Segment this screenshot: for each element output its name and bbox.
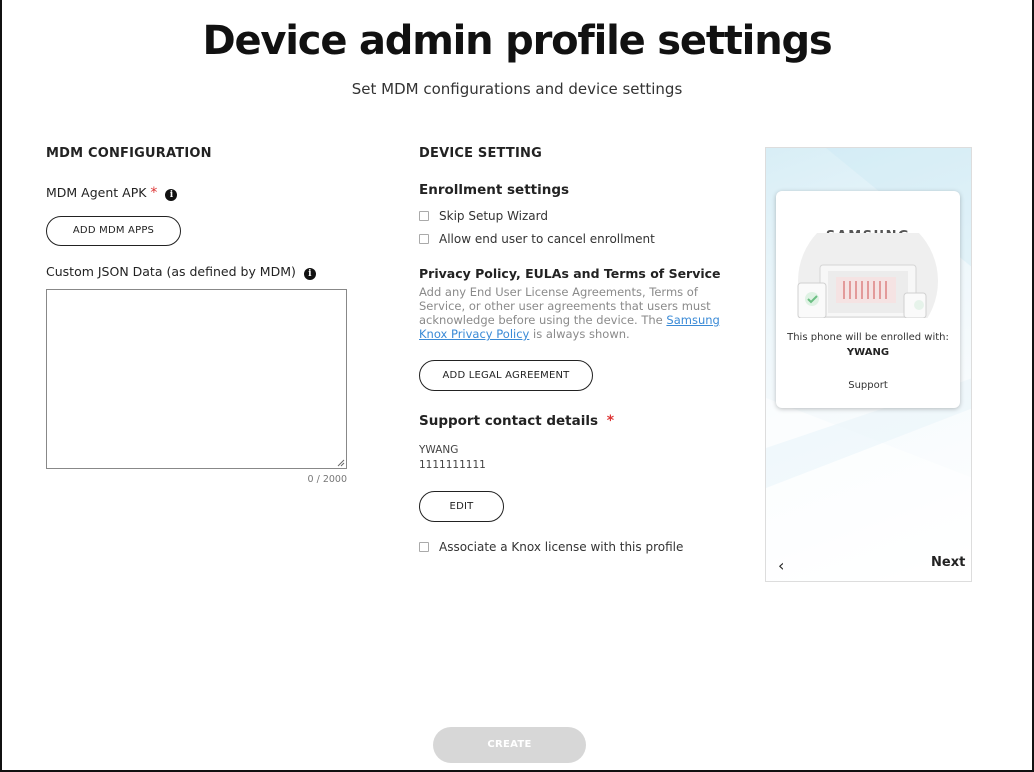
privacy-policy-description: Add any End User License Agreements, Ter… bbox=[419, 285, 721, 341]
enrollment-preview-card: SAMSUNG This phone will be enrolled with… bbox=[776, 191, 960, 408]
knox-license-checkbox[interactable] bbox=[419, 542, 429, 552]
required-mark: * bbox=[606, 413, 615, 429]
edit-support-button[interactable]: EDIT bbox=[419, 491, 504, 522]
support-contact-title: Support contact details bbox=[419, 413, 599, 429]
knox-license-label: Associate a Knox license with this profi… bbox=[439, 540, 684, 554]
support-contact-title-row: Support contact details * bbox=[419, 413, 614, 429]
knox-license-option[interactable]: Associate a Knox license with this profi… bbox=[419, 540, 683, 554]
char-counter: 0 / 2000 bbox=[307, 474, 347, 485]
mdm-agent-apk-label: MDM Agent APK bbox=[46, 185, 147, 200]
support-contact-name: YWANG bbox=[419, 444, 459, 456]
required-mark: * bbox=[150, 185, 158, 201]
support-contact-details: YWANG 1111111111 bbox=[419, 443, 486, 473]
create-button[interactable]: CREATE bbox=[433, 727, 586, 763]
page-title: Device admin profile settings bbox=[202, 18, 832, 64]
privacy-desc-tail: is always shown. bbox=[529, 327, 630, 341]
enrollment-settings-title: Enrollment settings bbox=[419, 182, 570, 198]
allow-cancel-enrollment-checkbox[interactable] bbox=[419, 234, 429, 244]
skip-setup-wizard-label: Skip Setup Wizard bbox=[439, 209, 549, 223]
allow-cancel-enrollment-option[interactable]: Allow end user to cancel enrollment bbox=[419, 232, 655, 246]
page-subtitle: Set MDM configurations and device settin… bbox=[351, 80, 683, 98]
enrolled-with-text: This phone will be enrolled with: bbox=[787, 332, 949, 343]
chevron-left-icon[interactable]: ‹ bbox=[778, 556, 784, 575]
info-icon[interactable]: i bbox=[303, 268, 316, 280]
preview-next-button[interactable]: Next bbox=[931, 555, 965, 570]
skip-setup-wizard-option[interactable]: Skip Setup Wizard bbox=[419, 209, 548, 223]
mdm-agent-apk-label-row: MDM Agent APK * i bbox=[46, 185, 178, 201]
custom-json-label-row: Custom JSON Data (as defined by MDM) i bbox=[46, 264, 316, 280]
privacy-policy-title: Privacy Policy, EULAs and Terms of Servi… bbox=[419, 266, 721, 281]
add-legal-agreement-button[interactable]: ADD LEGAL AGREEMENT bbox=[419, 360, 593, 391]
allow-cancel-enrollment-label: Allow end user to cancel enrollment bbox=[439, 232, 655, 246]
support-contact-phone: 1111111111 bbox=[419, 459, 486, 471]
preview-support-link[interactable]: Support bbox=[776, 380, 960, 391]
custom-json-textarea[interactable] bbox=[46, 289, 347, 469]
mdm-section-title: MDM CONFIGURATION bbox=[46, 146, 212, 161]
resize-grip-icon[interactable] bbox=[336, 458, 345, 467]
enrolled-with-name: YWANG bbox=[846, 347, 890, 358]
device-preview: SAMSUNG This phone will be enrolled with… bbox=[765, 147, 972, 582]
info-icon[interactable]: i bbox=[165, 189, 178, 201]
devices-illustration-icon bbox=[797, 233, 938, 318]
add-mdm-apps-button[interactable]: ADD MDM APPS bbox=[46, 216, 181, 246]
device-section-title: DEVICE SETTING bbox=[419, 146, 542, 161]
skip-setup-wizard-checkbox[interactable] bbox=[419, 211, 429, 221]
custom-json-label: Custom JSON Data (as defined by MDM) bbox=[46, 264, 296, 279]
